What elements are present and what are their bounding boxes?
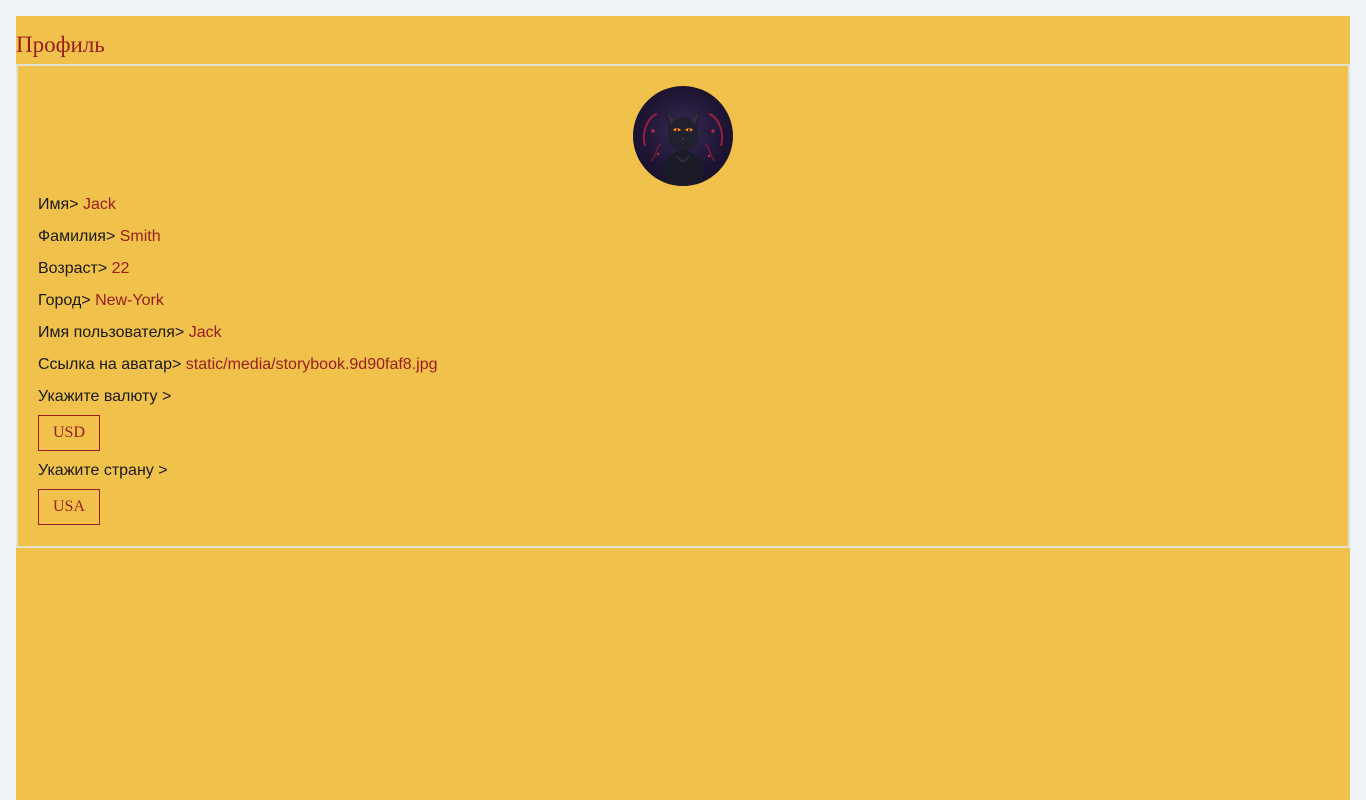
field-label: Имя пользователя>	[38, 324, 185, 341]
field-username: Имя пользователя> Jack	[38, 324, 222, 342]
field-first-name: Имя> Jack	[38, 196, 116, 214]
country-label: Укажите страну >	[38, 462, 168, 479]
field-label: Город>	[38, 292, 91, 309]
field-value: Jack	[188, 324, 222, 341]
profile-page: Профиль Имя> Jack Фамилия> Smith Возраст…	[16, 16, 1350, 800]
field-value: New-York	[95, 292, 164, 309]
field-value: 22	[111, 260, 130, 277]
profile-card: Имя> Jack Фамилия> Smith Возраст> 22 Гор…	[16, 64, 1350, 548]
field-value: Jack	[82, 196, 116, 213]
field-label: Возраст>	[38, 260, 108, 277]
field-age: Возраст> 22	[38, 260, 129, 278]
page-title: Профиль	[16, 32, 105, 57]
field-value: static/media/storybook.9d90faf8.jpg	[185, 356, 438, 373]
avatar	[633, 86, 733, 186]
field-label: Имя>	[38, 196, 79, 213]
field-avatar-link: Ссылка на аватар> static/media/storybook…	[38, 356, 437, 374]
field-last-name: Фамилия> Smith	[38, 228, 161, 246]
field-label: Фамилия>	[38, 228, 116, 245]
field-value: Smith	[119, 228, 161, 245]
country-select[interactable]: USA	[38, 489, 100, 525]
field-label: Ссылка на аватар>	[38, 356, 182, 373]
field-city: Город> New-York	[38, 292, 164, 310]
currency-select[interactable]: USD	[38, 415, 100, 451]
black-cat-avatar-icon	[643, 108, 723, 186]
currency-label: Укажите валюту >	[38, 388, 172, 405]
